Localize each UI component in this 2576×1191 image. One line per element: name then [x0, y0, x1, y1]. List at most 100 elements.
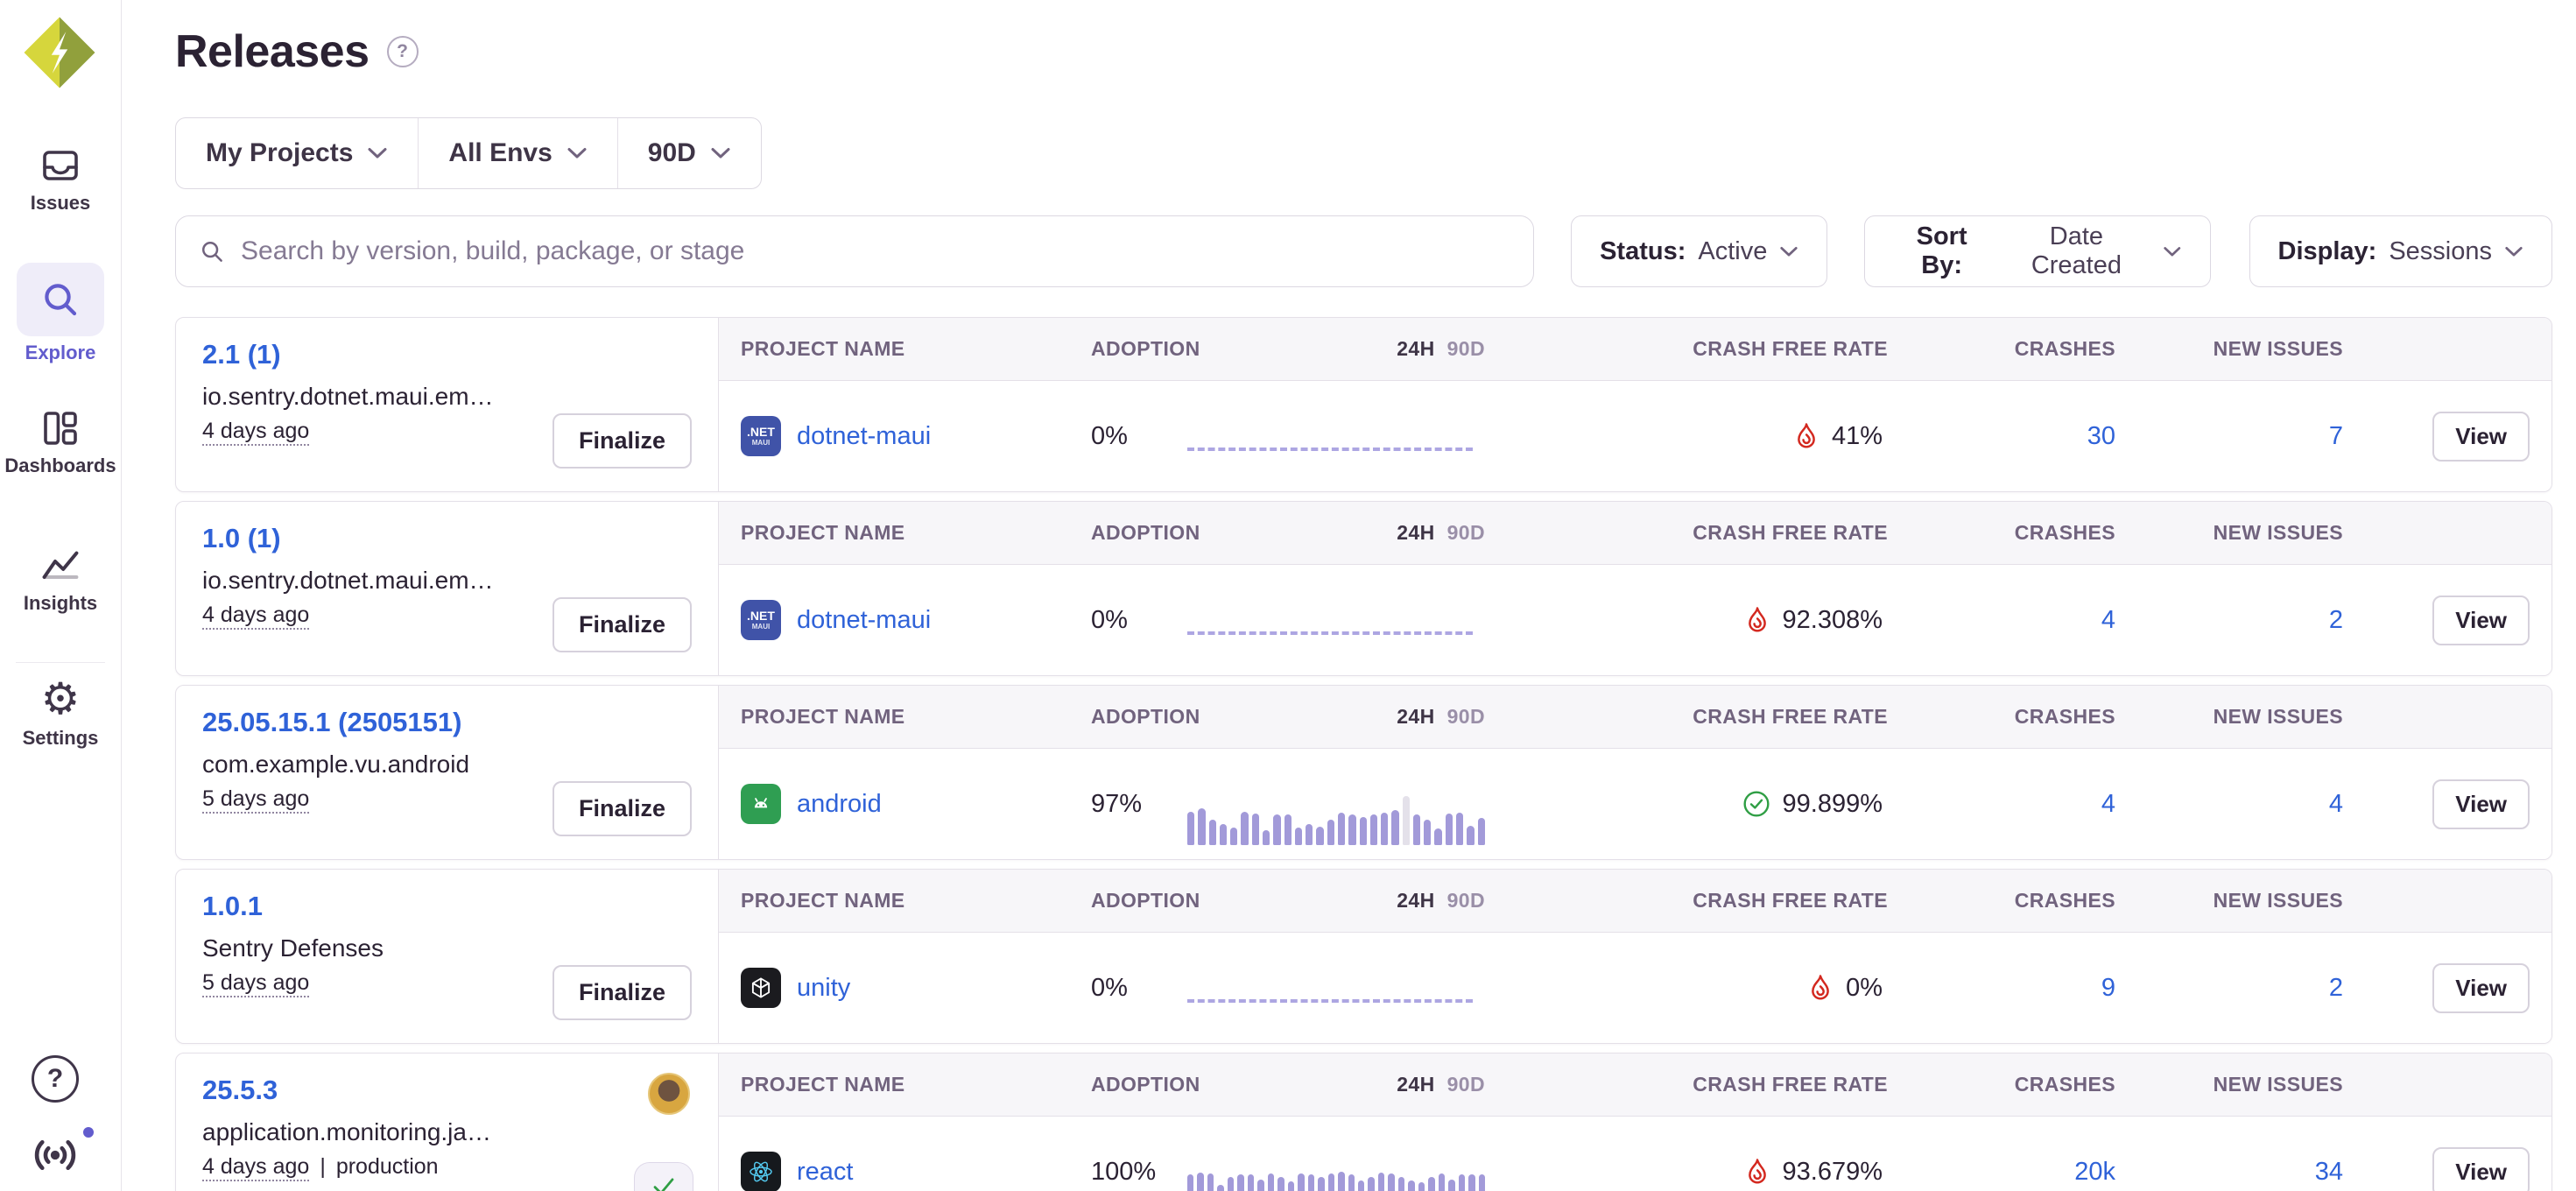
col-header-project-name: PROJECT NAME: [741, 705, 1091, 729]
finalize-button[interactable]: Finalize: [553, 781, 692, 836]
sidebar-item-settings[interactable]: ⚙ Settings: [0, 676, 121, 750]
new-issues-link[interactable]: 4: [2329, 790, 2343, 818]
crash-free-rate: 92.308%: [1485, 606, 1888, 635]
table-row: .NETMAUI dotnet-maui 0% 92.308% 4 2 View: [719, 565, 2551, 675]
status-dropdown[interactable]: Status: Active: [1571, 215, 1827, 287]
sidebar-item-insights[interactable]: Insights: [0, 545, 121, 615]
crashes-link[interactable]: 4: [2101, 606, 2115, 634]
col-header-trend: 24H90D: [1187, 337, 1485, 361]
display-value: Sessions: [2389, 237, 2492, 266]
table-row: react 100% 93.679% 20k 34 View: [719, 1117, 2551, 1191]
sidebar-item-explore[interactable]: Explore: [0, 263, 121, 364]
releases-help-icon[interactable]: ?: [387, 36, 419, 67]
table-header-row: PROJECT NAME ADOPTION 24H90D CRASH FREE …: [719, 1054, 2551, 1117]
col-header-crashes: CRASHES: [1888, 1073, 2115, 1096]
environment-filter-value: All Envs: [448, 138, 552, 168]
sidebar-item-issues[interactable]: Issues: [0, 144, 121, 215]
project-link[interactable]: unity: [797, 974, 850, 1003]
release-package: Sentry Defenses: [202, 934, 579, 962]
display-dropdown[interactable]: Display: Sessions: [2249, 215, 2553, 287]
new-issues-link[interactable]: 7: [2329, 422, 2343, 450]
flat-dashed-trend: [1187, 631, 1473, 635]
view-button[interactable]: View: [2432, 963, 2530, 1013]
release-version-link[interactable]: 1.0 (1): [202, 523, 281, 553]
table-header-row: PROJECT NAME ADOPTION 24H90D CRASH FREE …: [719, 502, 2551, 565]
project-link[interactable]: android: [797, 790, 882, 819]
table-row: android 97% 99.899% 4 4 View: [719, 749, 2551, 859]
avatar[interactable]: [648, 1073, 690, 1115]
fire-icon: [1744, 606, 1770, 634]
col-header-crash-free-rate: CRASH FREE RATE: [1485, 705, 1888, 729]
sort-by-dropdown[interactable]: Sort By: Date Created: [1864, 215, 2210, 287]
project-link[interactable]: dotnet-maui: [797, 422, 931, 451]
finalize-button[interactable]: Finalize: [553, 965, 692, 1020]
dotnet-maui-icon: .NETMAUI: [741, 600, 781, 640]
project-link[interactable]: dotnet-maui: [797, 606, 931, 635]
help-button[interactable]: ?: [32, 1055, 79, 1103]
view-button[interactable]: View: [2432, 1147, 2530, 1191]
finalize-button[interactable]: Finalize: [553, 413, 692, 469]
new-issues-link[interactable]: 2: [2329, 606, 2343, 634]
new-issues-link[interactable]: 2: [2329, 974, 2343, 1002]
adoption-sparkline: [1187, 749, 1485, 859]
release-version-link[interactable]: 25.5.3: [202, 1075, 278, 1105]
adoption-value: 0%: [1091, 422, 1187, 451]
org-logo[interactable]: [19, 12, 100, 93]
col-header-crash-free-rate: CRASH FREE RATE: [1485, 889, 1888, 913]
view-button[interactable]: View: [2432, 779, 2530, 829]
sidebar-label-insights: Insights: [0, 592, 121, 615]
adoption-sparkline: [1187, 381, 1485, 491]
col-header-project-name: PROJECT NAME: [741, 1073, 1091, 1096]
col-header-trend: 24H90D: [1187, 521, 1485, 545]
flat-dashed-trend: [1187, 999, 1473, 1003]
new-issues-link[interactable]: 34: [2315, 1158, 2343, 1186]
search-icon: [199, 238, 225, 264]
table-header-row: PROJECT NAME ADOPTION 24H90D CRASH FREE …: [719, 686, 2551, 749]
release-card: 1.0.1 Sentry Defenses 5 days ago Finaliz…: [175, 869, 2552, 1044]
sidebar-label-dashboards: Dashboards: [0, 455, 121, 477]
inbox-icon: [39, 144, 81, 159]
sort-by-value: Date Created: [2002, 222, 2150, 280]
environment-filter-dropdown[interactable]: All Envs: [418, 118, 616, 188]
chevron-down-icon: [2163, 246, 2182, 257]
chart-icon: [39, 545, 81, 560]
release-version-link[interactable]: 25.05.15.1 (2505151): [202, 707, 461, 737]
chevron-down-icon: [2504, 246, 2523, 257]
react-icon: [741, 1152, 781, 1191]
finalized-check-button[interactable]: [634, 1162, 693, 1191]
search-box[interactable]: [175, 215, 1534, 287]
release-version-link[interactable]: 2.1 (1): [202, 339, 281, 370]
project-link[interactable]: react: [797, 1158, 853, 1187]
release-list: 2.1 (1) io.sentry.dotnet.maui.em… 4 days…: [175, 317, 2552, 1191]
finalize-button[interactable]: Finalize: [553, 597, 692, 652]
project-filter-dropdown[interactable]: My Projects: [176, 118, 418, 188]
date-range-dropdown[interactable]: 90D: [617, 118, 761, 188]
col-header-new-issues: NEW ISSUES: [2115, 1073, 2343, 1096]
crashes-link[interactable]: 30: [2087, 422, 2115, 450]
release-date: 4 days ago: [202, 1154, 309, 1180]
sidebar-item-dashboards[interactable]: Dashboards: [0, 407, 121, 477]
page-title: Releases: [175, 25, 370, 78]
view-button[interactable]: View: [2432, 596, 2530, 645]
crash-free-value: 41%: [1832, 422, 1883, 451]
col-header-new-issues: NEW ISSUES: [2115, 337, 2343, 361]
release-project-table: PROJECT NAME ADOPTION 24H90D CRASH FREE …: [719, 686, 2551, 859]
release-version-link[interactable]: 1.0.1: [202, 891, 263, 921]
dotnet-maui-icon: .NETMAUI: [741, 416, 781, 456]
sidebar-label-issues: Issues: [0, 192, 121, 215]
release-environment: production: [336, 1154, 439, 1180]
crashes-link[interactable]: 9: [2101, 974, 2115, 1002]
crash-free-rate: 99.899%: [1485, 790, 1888, 819]
col-header-crashes: CRASHES: [1888, 521, 2115, 545]
sort-by-label: Sort By:: [1893, 222, 1990, 280]
col-header-new-issues: NEW ISSUES: [2115, 705, 2343, 729]
release-date: 4 days ago: [202, 419, 309, 444]
release-info: 1.0 (1) io.sentry.dotnet.maui.em… 4 days…: [176, 502, 719, 675]
crashes-link[interactable]: 4: [2101, 790, 2115, 818]
crash-free-value: 0%: [1846, 974, 1883, 1003]
view-button[interactable]: View: [2432, 412, 2530, 462]
whats-new-button[interactable]: [28, 1128, 82, 1182]
crashes-link[interactable]: 20k: [2074, 1158, 2115, 1186]
release-package: application.monitoring.ja…: [202, 1118, 579, 1146]
search-input[interactable]: [241, 236, 1510, 266]
